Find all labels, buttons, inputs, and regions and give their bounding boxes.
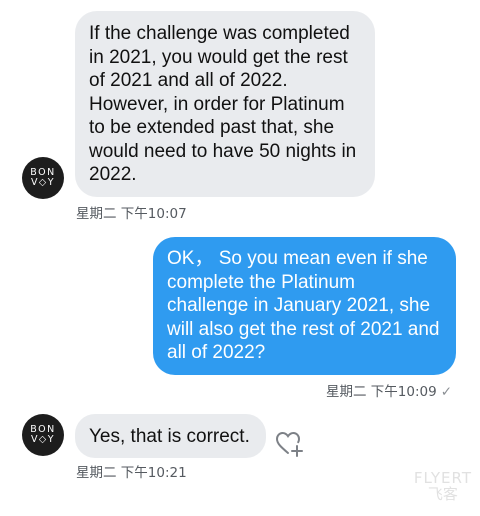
- heart-plus-icon[interactable]: [275, 430, 305, 458]
- check-icon: ✓: [440, 384, 453, 400]
- bonvoy-avatar[interactable]: BON V◇Y: [22, 157, 64, 199]
- message-bubble-outgoing[interactable]: OK， So you mean even if she complete the…: [153, 237, 456, 375]
- watermark-text-cn: 飞客: [427, 485, 458, 503]
- timestamp-text: 星期二 下午10:09: [326, 384, 437, 400]
- watermark: FLYERT 飞客: [414, 470, 472, 502]
- message-timestamp: 星期二 下午10:07: [76, 206, 187, 222]
- message-timestamp: 星期二 下午10:21: [76, 465, 187, 481]
- avatar-text-line2: V◇Y: [30, 177, 56, 188]
- message-bubble-incoming[interactable]: If the challenge was completed in 2021, …: [75, 11, 375, 197]
- message-bubble-incoming[interactable]: Yes, that is correct.: [75, 414, 266, 458]
- avatar-text-line2: V◇Y: [30, 434, 56, 445]
- message-timestamp: 星期二 下午10:09 ✓: [326, 380, 452, 400]
- watermark-text: FLYERT: [413, 469, 472, 487]
- bonvoy-avatar[interactable]: BON V◇Y: [22, 414, 64, 456]
